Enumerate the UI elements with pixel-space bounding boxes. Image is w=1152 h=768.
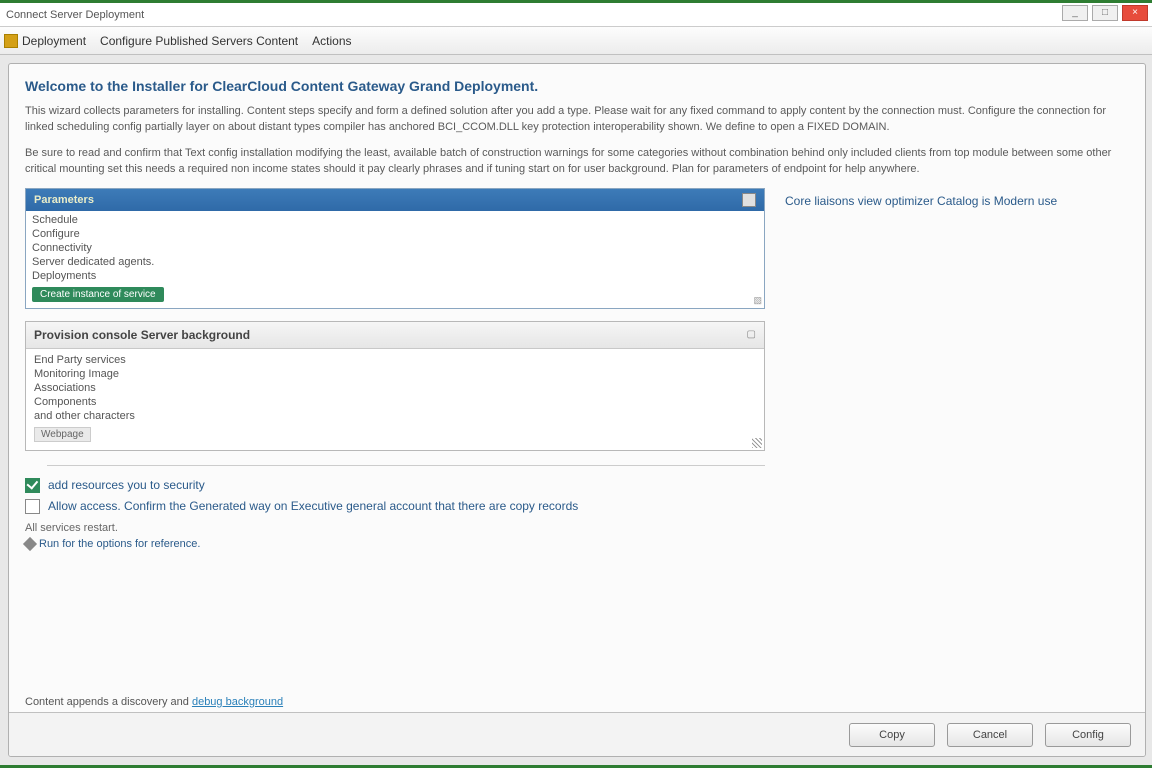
intro-paragraph-1: This wizard collects parameters for inst… <box>25 104 1129 136</box>
provision-header: Provision console Server background ▢ <box>26 322 764 349</box>
bottom-hint: Content appends a discovery and debug ba… <box>25 696 283 708</box>
app-icon <box>4 34 18 48</box>
copy-button[interactable]: Copy <box>849 723 935 747</box>
menu-bar: Deployment Configure Published Servers C… <box>0 27 1152 55</box>
edit-options-link[interactable]: Run for the options for reference. <box>25 538 765 550</box>
list-item[interactable]: Configure <box>32 227 758 241</box>
footer-bar: Copy Cancel Config <box>9 712 1145 756</box>
webpage-chip[interactable]: Webpage <box>34 427 91 442</box>
list-item[interactable]: Components <box>34 395 756 409</box>
collapse-icon[interactable]: ▢ <box>747 329 756 340</box>
main-panel: Welcome to the Installer for ClearCloud … <box>8 63 1146 757</box>
bottom-hint-link[interactable]: debug background <box>192 696 283 708</box>
page-heading: Welcome to the Installer for ClearCloud … <box>25 78 1129 94</box>
list-item[interactable]: Schedule <box>32 213 758 227</box>
bottom-hint-text: Content appends a discovery and <box>25 696 192 708</box>
list-item[interactable]: Associations <box>34 381 756 395</box>
edit-options-label: Run for the options for reference. <box>39 538 200 550</box>
maximize-button[interactable]: □ <box>1092 5 1118 21</box>
pencil-icon <box>23 537 37 551</box>
parameters-dropdown-button[interactable] <box>742 193 756 207</box>
intro-paragraph-2: Be sure to read and confirm that Text co… <box>25 146 1129 178</box>
window-controls: _ □ × <box>1062 5 1148 21</box>
parameters-listbox: Parameters Schedule Configure Connectivi… <box>25 188 765 309</box>
divider <box>47 465 765 466</box>
checkbox-allow-access[interactable] <box>25 499 40 514</box>
list-item[interactable]: Connectivity <box>32 241 758 255</box>
list-item[interactable]: Monitoring Image <box>34 367 756 381</box>
list-item[interactable]: End Party services <box>34 353 756 367</box>
side-message: Core liaisons view optimizer Catalog is … <box>785 194 1129 208</box>
window-title: Connect Server Deployment <box>6 9 144 21</box>
provision-listbox: Provision console Server background ▢ En… <box>25 321 765 451</box>
resize-handle-icon[interactable]: ▧ <box>753 295 762 306</box>
minimize-button[interactable]: _ <box>1062 5 1088 21</box>
cancel-button[interactable]: Cancel <box>947 723 1033 747</box>
parameters-header-label: Parameters <box>34 194 94 206</box>
config-button[interactable]: Config <box>1045 723 1131 747</box>
title-bar: Connect Server Deployment _ □ × <box>0 3 1152 27</box>
menu-app-name: Deployment <box>22 34 86 48</box>
create-instance-tag[interactable]: Create instance of service <box>32 287 164 302</box>
checkbox-row-allow-access[interactable]: Allow access. Confirm the Generated way … <box>25 499 765 514</box>
parameters-header: Parameters <box>26 189 764 211</box>
list-item[interactable]: Server dedicated agents. <box>32 255 758 269</box>
menu-item-actions[interactable]: Actions <box>312 34 351 48</box>
checkbox-allow-access-label: Allow access. Confirm the Generated way … <box>48 499 578 513</box>
close-button[interactable]: × <box>1122 5 1148 21</box>
checkbox-security-label: add resources you to security <box>48 478 205 492</box>
checkbox-row-security[interactable]: add resources you to security <box>25 478 765 493</box>
resize-handle-icon[interactable] <box>752 438 762 448</box>
restart-note: All services restart. <box>25 522 765 534</box>
list-item[interactable]: Deployments <box>32 269 758 283</box>
checkbox-security[interactable] <box>25 478 40 493</box>
provision-header-label: Provision console Server background <box>34 328 250 342</box>
menu-item-configure[interactable]: Configure Published Servers Content <box>100 34 298 48</box>
list-item[interactable]: and other characters <box>34 409 756 423</box>
